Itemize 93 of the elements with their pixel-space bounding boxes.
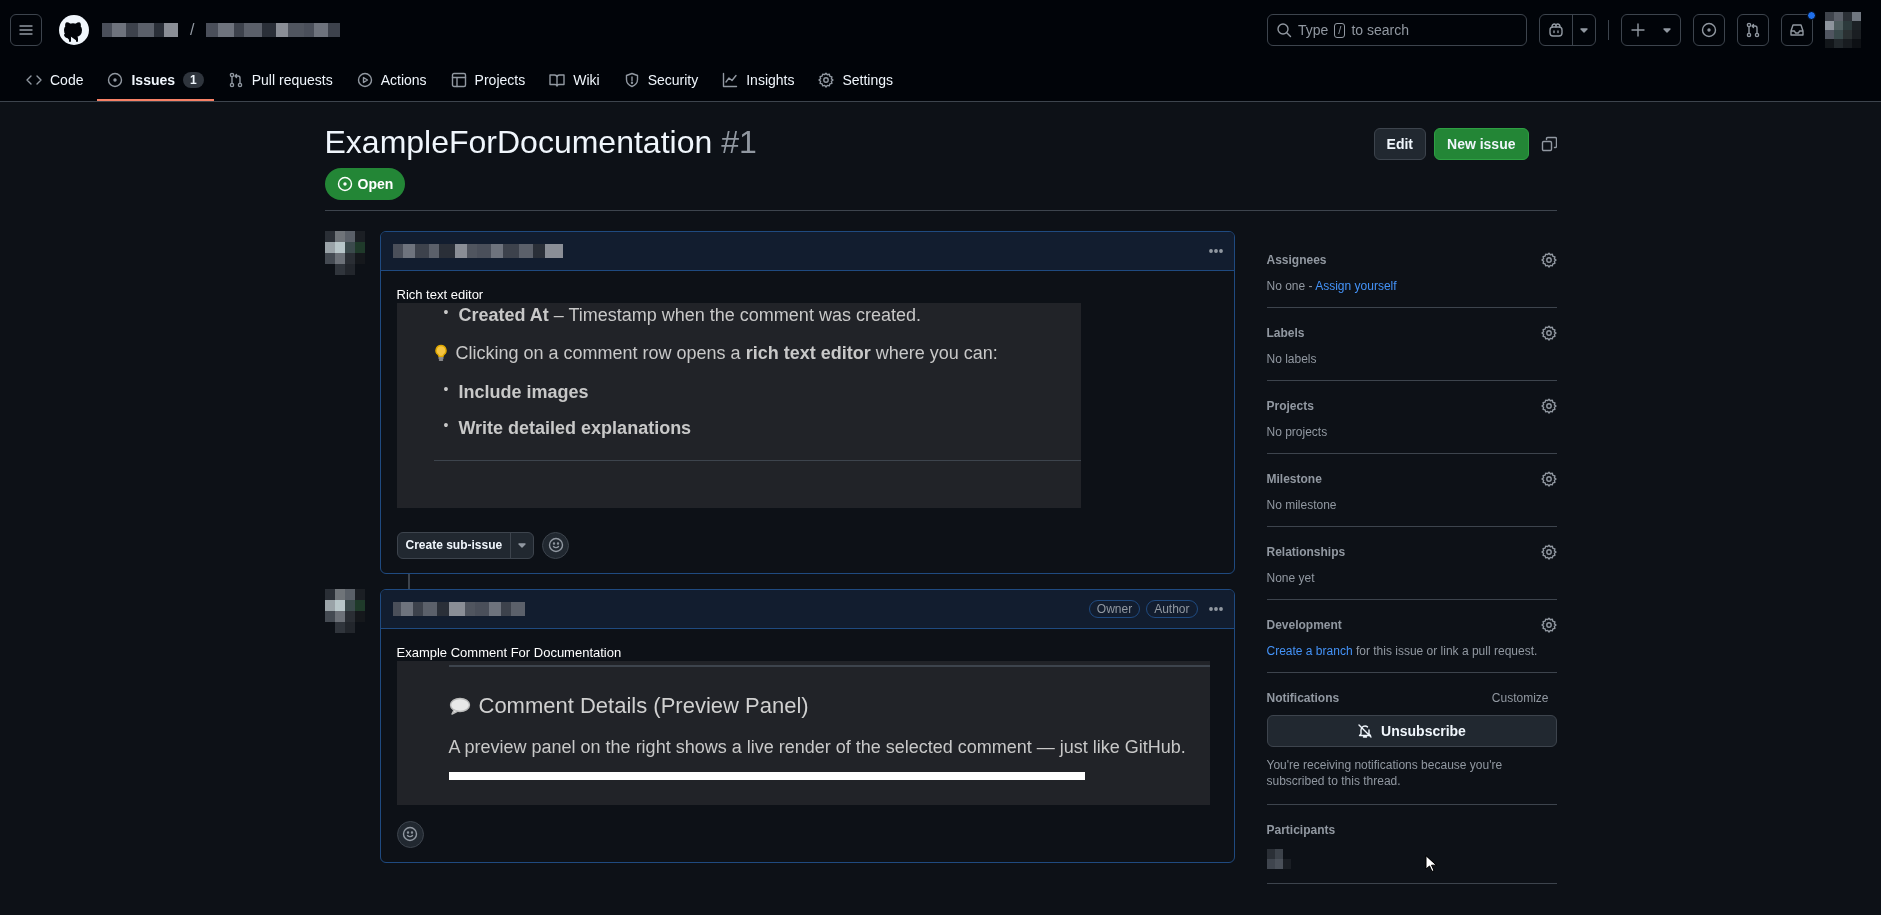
section-heading: Development xyxy=(1266,617,1342,632)
search-field[interactable]: Type / to search xyxy=(1267,14,1527,46)
paragraph: A preview panel on the right shows a live render of the selected comment — just like GitHub. xyxy=(448,736,1187,758)
search-placeholder: to search xyxy=(1351,22,1409,38)
section-heading: Milestone xyxy=(1266,471,1322,486)
avatar xyxy=(324,588,365,633)
search-icon xyxy=(1276,22,1292,38)
section-text: No one - Assign yourself xyxy=(1266,278,1398,293)
section-heading: Relationships xyxy=(1266,544,1346,559)
create-new-button[interactable] xyxy=(1621,14,1681,46)
settings-icon[interactable] xyxy=(1540,616,1557,633)
plus-icon xyxy=(1630,22,1646,38)
line-graph-icon xyxy=(722,71,739,88)
create-sub-issue-button[interactable]: Create sub-issue xyxy=(396,531,535,559)
light-bulb-icon xyxy=(433,344,448,363)
link[interactable]: Assign yourself xyxy=(1315,278,1397,293)
section-text: None yet xyxy=(1266,570,1316,585)
book-icon xyxy=(549,71,566,88)
section-text: No milestone xyxy=(1266,497,1338,512)
section-text: No projects xyxy=(1266,424,1329,439)
issue-number: #1 xyxy=(721,124,757,160)
inbox-icon xyxy=(1789,22,1805,38)
settings-icon[interactable] xyxy=(1540,470,1557,487)
nav-tab[interactable]: Wiki xyxy=(539,60,610,101)
bullet: • xyxy=(443,302,449,322)
copy-icon[interactable] xyxy=(1540,136,1557,152)
nav-tab[interactable]: Code xyxy=(16,60,94,101)
nav-tab[interactable]: Issues 1 xyxy=(97,60,214,101)
section-heading: Comment Details (Preview Panel) xyxy=(478,692,809,719)
smiley-icon xyxy=(402,826,418,843)
caret-icon xyxy=(1662,25,1672,35)
circle-dot-icon xyxy=(107,71,124,88)
comment-title: Example Comment For Documentation xyxy=(396,644,623,660)
section-heading: Assignees xyxy=(1266,252,1327,267)
bullet: • xyxy=(443,379,449,399)
nav-tab[interactable]: Pull requests xyxy=(217,60,343,101)
list-item: Write detailed explanations xyxy=(458,417,692,441)
speech-bubble-icon xyxy=(448,696,471,715)
nav-tab[interactable]: Projects xyxy=(440,60,536,101)
tip-text: Clicking on a comment row opens a rich text editor where you can: xyxy=(455,342,998,364)
link[interactable]: Create a branch xyxy=(1266,643,1353,658)
section-heading: Notifications xyxy=(1266,690,1340,705)
circle-dot-icon xyxy=(336,175,353,192)
unsubscribe-button[interactable]: Unsubscribe xyxy=(1266,714,1557,747)
path-separator: / xyxy=(190,21,195,39)
add-reaction-button[interactable] xyxy=(542,531,570,559)
settings-icon[interactable] xyxy=(1540,543,1557,560)
inbox-button[interactable] xyxy=(1781,14,1813,46)
list-item: Include images xyxy=(458,380,589,404)
search-placeholder: Type xyxy=(1298,22,1329,38)
play-icon xyxy=(356,71,373,88)
new-issue-button[interactable]: New issue xyxy=(1434,128,1529,160)
section-heading: Projects xyxy=(1266,398,1314,413)
customize-link[interactable]: Customize xyxy=(1491,690,1557,705)
edit-button[interactable]: Edit xyxy=(1373,128,1426,160)
keyboard-key: / xyxy=(1334,22,1346,38)
settings-icon[interactable] xyxy=(1540,251,1557,268)
settings-icon[interactable] xyxy=(1540,397,1557,414)
avatar xyxy=(324,230,365,275)
smiley-icon xyxy=(547,537,564,554)
nav-tab[interactable]: Insights xyxy=(712,60,805,101)
menu-icon xyxy=(18,22,34,38)
status-badge: Open xyxy=(324,167,406,200)
menu-button[interactable] xyxy=(10,14,42,46)
notification-note: You're receiving notifications because you're subscribed to this thread. xyxy=(1266,756,1504,791)
gear-icon xyxy=(818,71,835,88)
table-icon xyxy=(450,71,467,88)
pull-requests-button[interactable] xyxy=(1737,14,1769,46)
nav-tab[interactable]: Security xyxy=(613,60,709,101)
nav-tab[interactable]: Settings xyxy=(808,60,904,101)
comment-title: Rich text editor xyxy=(396,286,485,302)
settings-icon[interactable] xyxy=(1540,324,1557,341)
section-text: Create a branch for this issue or link a pull request. xyxy=(1266,643,1539,658)
issue-title: ExampleForDocumentation #1 xyxy=(324,123,758,162)
caret-icon xyxy=(1579,25,1589,35)
robot-icon xyxy=(1548,22,1564,38)
issues-button[interactable] xyxy=(1693,14,1725,46)
bell-slash-icon xyxy=(1357,722,1374,739)
list-item: Created At – Timestamp when the comment was created. xyxy=(458,303,921,327)
shield-icon xyxy=(623,71,640,88)
circle-dot-icon xyxy=(1701,22,1717,38)
user-avatar[interactable] xyxy=(1825,12,1861,48)
add-reaction-button[interactable] xyxy=(396,820,424,848)
timeline-line xyxy=(407,573,410,589)
section-heading: Participants xyxy=(1266,823,1336,838)
section-text: No labels xyxy=(1266,351,1318,366)
bullet: • xyxy=(443,416,449,436)
mouse-cursor-icon xyxy=(1425,855,1437,873)
nav-tab[interactable]: Actions xyxy=(346,60,437,101)
count-badge: 1 xyxy=(183,71,204,88)
section-heading: Labels xyxy=(1266,325,1305,340)
pull-request-icon xyxy=(227,71,244,88)
pull-request-icon xyxy=(1745,22,1761,38)
